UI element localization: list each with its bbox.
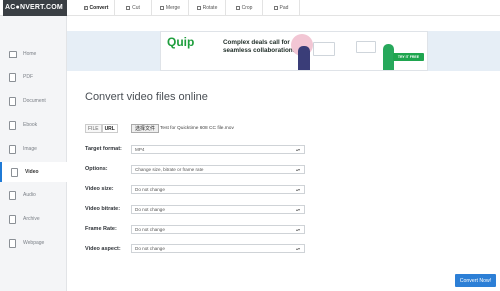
archive-icon — [9, 214, 16, 224]
options-label: Options: — [85, 166, 108, 172]
select-arrow-icon: ▴▾ — [295, 167, 300, 172]
select-value: Do not change — [135, 227, 165, 232]
checkbox-icon — [235, 6, 240, 10]
select-value: Do not change — [135, 187, 165, 192]
sidebar-item-audio[interactable]: Audio — [0, 185, 67, 205]
sidebar-item-pdf[interactable]: PDF — [0, 67, 67, 87]
top-bar: AC●NVERT.COM Convert Cut Merge Rotate Cr… — [0, 0, 500, 16]
video-size-label: Video size: — [85, 186, 114, 192]
audio-icon — [9, 190, 16, 200]
tab-rotate[interactable]: Rotate — [189, 0, 226, 16]
select-arrow-icon: ▴▾ — [295, 227, 300, 232]
sidebar-item-label: Archive — [23, 216, 40, 222]
select-arrow-icon: ▴▾ — [295, 207, 300, 212]
sidebar-item-label: Video — [25, 169, 39, 175]
tab-merge[interactable]: Merge — [152, 0, 189, 16]
sidebar-item-label: Ebook — [23, 122, 38, 128]
ad-brand: Quip — [167, 35, 195, 49]
sidebar-item-webpage[interactable]: Webpage — [0, 233, 67, 253]
target-format-select[interactable]: MP4 ▴▾ — [131, 145, 305, 154]
video-size-select[interactable]: Do not change ▴▾ — [131, 185, 305, 194]
video-aspect-select[interactable]: Do not change ▴▾ — [131, 244, 305, 253]
sidebar-item-label: Webpage — [23, 240, 45, 246]
checkbox-icon — [83, 5, 88, 10]
checkbox-icon — [159, 6, 164, 10]
sidebar-item-label: Home — [23, 51, 37, 57]
options-select[interactable]: Change size, bitrate or frame rate ▴▾ — [131, 165, 305, 174]
sidebar-item-document[interactable]: Document — [0, 91, 67, 111]
sidebar-item-video[interactable]: Video — [0, 162, 67, 182]
tab-crop[interactable]: Crop — [226, 0, 263, 16]
select-value: Do not change — [135, 207, 165, 212]
select-value: Change size, bitrate or frame rate — [135, 167, 204, 172]
tab-cut[interactable]: Cut — [115, 0, 152, 16]
sidebar-item-image[interactable]: Image — [0, 139, 67, 159]
advertisement[interactable]: Quip Complex deals call for seamless col… — [160, 31, 428, 71]
tab-pad[interactable]: Pad — [263, 0, 300, 16]
pdf-icon — [9, 72, 16, 82]
checkbox-icon — [126, 6, 131, 10]
select-value: MP4 — [135, 147, 145, 152]
checkbox-icon — [196, 6, 201, 10]
ad-card-illustration — [356, 41, 376, 53]
sidebar-item-archive[interactable]: Archive — [0, 209, 67, 229]
frame-rate-label: Frame Rate: — [85, 226, 117, 232]
ebook-icon — [9, 120, 16, 130]
app-window: AC●NVERT.COM Convert Cut Merge Rotate Cr… — [0, 0, 500, 291]
video-bitrate-label: Video bitrate: — [85, 206, 121, 212]
frame-rate-select[interactable]: Do not change ▴▾ — [131, 225, 305, 234]
sidebar-item-home[interactable]: Home — [0, 44, 67, 64]
image-icon — [9, 144, 16, 154]
video-aspect-label: Video aspect: — [85, 246, 121, 252]
document-icon — [9, 96, 16, 106]
video-icon — [11, 167, 18, 177]
ad-card-illustration — [313, 42, 335, 56]
selected-file-name: Test for Quicktime 608 CC file.mov — [160, 126, 234, 131]
choose-file-button[interactable]: 选择文件 — [131, 124, 160, 133]
ad-cta-button[interactable]: TRY IT FREE — [393, 53, 424, 61]
video-bitrate-select[interactable]: Do not change ▴▾ — [131, 205, 305, 214]
select-arrow-icon: ▴▾ — [295, 246, 300, 251]
tab-label: Pad — [279, 5, 289, 11]
sidebar-item-label: PDF — [23, 74, 33, 80]
tab-label: Merge — [165, 5, 181, 11]
source-mode-toggle: FILE URL — [85, 124, 118, 133]
file-mode-button[interactable]: FILE — [85, 124, 102, 133]
tab-convert[interactable]: Convert — [78, 0, 115, 16]
sidebar-item-label: Audio — [23, 192, 36, 198]
sidebar-item-ebook[interactable]: Ebook — [0, 115, 67, 135]
sidebar-item-label: Image — [23, 146, 37, 152]
convert-now-button[interactable]: Convert Now! — [455, 274, 496, 287]
sidebar: Home PDF Document Ebook Image Video Audi… — [0, 16, 67, 291]
tab-label: Convert — [89, 5, 109, 11]
checkbox-icon — [273, 6, 278, 10]
home-icon — [9, 50, 17, 58]
select-arrow-icon: ▴▾ — [295, 187, 300, 192]
page-title: Convert video files online — [85, 91, 208, 103]
target-format-label: Target format: — [85, 146, 122, 152]
tab-label: Crop — [241, 5, 253, 11]
webpage-icon — [9, 238, 16, 248]
tool-tabs: Convert Cut Merge Rotate Crop Pad — [78, 0, 300, 16]
sidebar-item-label: Document — [23, 98, 46, 104]
select-arrow-icon: ▴▾ — [295, 147, 300, 152]
tab-label: Rotate — [202, 5, 218, 11]
url-mode-button[interactable]: URL — [101, 124, 118, 133]
tab-label: Cut — [132, 5, 140, 11]
select-value: Do not change — [135, 246, 165, 251]
site-logo[interactable]: AC●NVERT.COM — [3, 0, 67, 16]
ad-person-illustration — [298, 46, 310, 70]
